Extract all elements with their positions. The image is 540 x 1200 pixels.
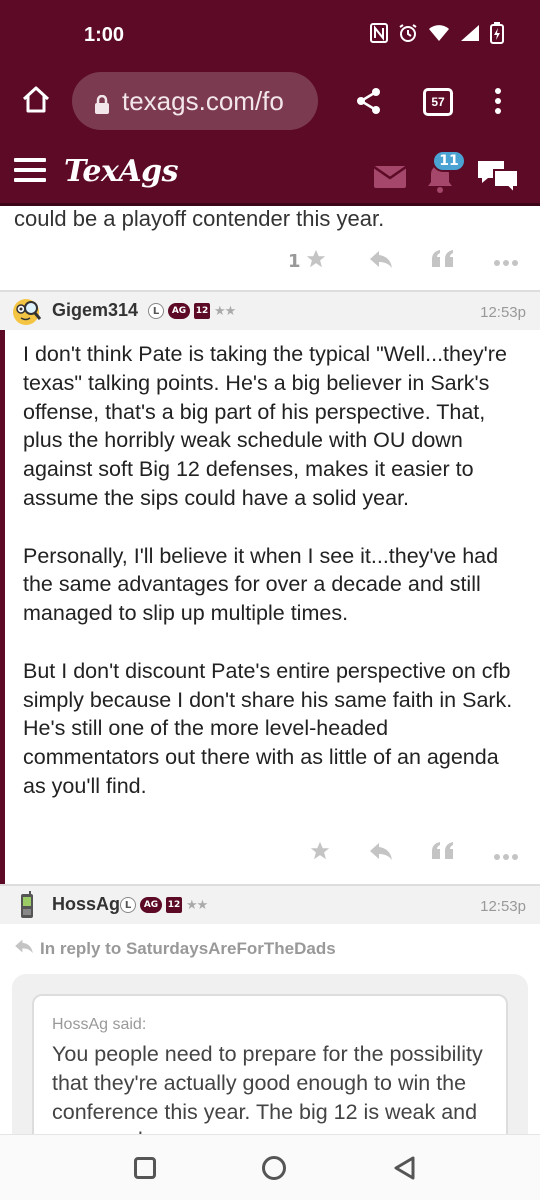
home-icon	[22, 86, 50, 113]
recents-button[interactable]	[134, 1157, 156, 1179]
reply-to-text: In reply to SaturdaysAreForTheDads	[40, 938, 336, 958]
lock-icon	[94, 91, 110, 114]
post-paragraph: I don't think Pate is taking the typical…	[23, 342, 507, 510]
reply-icon[interactable]	[369, 249, 393, 274]
avatar[interactable]	[12, 297, 42, 327]
quote-icon[interactable]	[431, 841, 455, 870]
post-paragraph: But I don't discount Pate's entire persp…	[23, 658, 513, 798]
twelfth-man-badge: 12	[166, 897, 182, 913]
more-horiz-icon[interactable]	[493, 251, 519, 272]
quote-author: HossAg said:	[52, 1016, 147, 1033]
post-header: HossAg L AG 12 ★★ 12:53p	[0, 884, 540, 924]
username[interactable]: HossAg	[52, 894, 120, 915]
star-count: 1	[288, 251, 301, 272]
thread-content: could be a playoff contender this year. …	[0, 206, 540, 1134]
quote-container: HossAg said: You people need to prepare …	[12, 974, 528, 1134]
post-header: Gigem314 L AG 12 ★★ 12:53p	[0, 290, 540, 330]
back-triangle-icon	[394, 1156, 415, 1180]
chat-icon[interactable]	[476, 158, 520, 196]
previous-post-text: could be a playoff contender this year.	[14, 206, 385, 231]
back-button[interactable]	[392, 1155, 416, 1181]
status-icons	[370, 22, 504, 48]
lifetime-badge: L	[148, 303, 164, 319]
star-icon[interactable]	[309, 840, 331, 871]
star-icon[interactable]	[305, 248, 327, 275]
wifi-icon	[428, 24, 450, 46]
home-button[interactable]	[20, 84, 52, 116]
site-logo[interactable]: TexAgs	[64, 154, 179, 189]
twelfth-man-badge: 12	[194, 303, 210, 319]
mail-icon[interactable]	[373, 165, 407, 188]
post-time: 12:53p	[480, 304, 526, 321]
home-nav-button[interactable]	[262, 1156, 286, 1180]
hamburger-menu-icon[interactable]	[14, 158, 46, 182]
alarm-icon	[398, 23, 418, 47]
username[interactable]: Gigem314	[52, 300, 138, 321]
share-icon	[357, 88, 380, 114]
post-gigem314: Gigem314 L AG 12 ★★ 12:53p I don't think…	[0, 290, 540, 884]
notification-badge: 11	[432, 150, 466, 172]
reply-icon	[14, 938, 34, 959]
tab-switcher-button[interactable]: 57	[423, 88, 453, 116]
nfc-icon	[370, 23, 388, 47]
battery-icon	[490, 22, 504, 48]
quote-icon[interactable]	[431, 249, 455, 274]
more-vert-icon	[495, 88, 501, 114]
share-button[interactable]	[354, 86, 384, 116]
overflow-menu-button[interactable]	[488, 86, 508, 116]
user-badges: L AG 12 ★★	[120, 897, 208, 913]
ag-badge: AG	[140, 897, 162, 913]
post-time: 12:53p	[480, 898, 526, 915]
post-body: I don't think Pate is taking the typical…	[0, 330, 540, 884]
ag-badge: AG	[168, 303, 190, 319]
avatar[interactable]	[12, 891, 42, 921]
quote-box: HossAg said: You people need to prepare …	[32, 994, 508, 1134]
quote-text: You people need to prepare for the possi…	[52, 1042, 483, 1134]
more-horiz-icon[interactable]	[493, 841, 519, 870]
rating-stars: ★★	[214, 303, 236, 319]
rating-stars: ★★	[186, 897, 208, 913]
lifetime-badge: L	[120, 897, 136, 913]
previous-post-actions: 1	[288, 248, 519, 275]
system-nav-bar	[0, 1134, 540, 1200]
signal-icon	[460, 24, 480, 46]
post-paragraph: Personally, I'll believe it when I see i…	[23, 543, 499, 626]
url-text: texags.com/fo	[122, 85, 284, 116]
reply-to-link[interactable]: In reply to SaturdaysAreForTheDads	[14, 938, 336, 959]
address-bar[interactable]: texags.com/fo	[72, 72, 318, 130]
browser-toolbar: texags.com/fo 57	[0, 72, 540, 134]
post-actions	[309, 840, 519, 871]
reply-icon[interactable]	[369, 841, 393, 870]
user-badges: L AG 12 ★★	[148, 303, 236, 319]
status-bar: 1:00	[0, 0, 540, 72]
status-time: 1:00	[84, 24, 125, 46]
post-hossag: HossAg L AG 12 ★★ 12:53p In reply to Sat…	[0, 884, 540, 1134]
